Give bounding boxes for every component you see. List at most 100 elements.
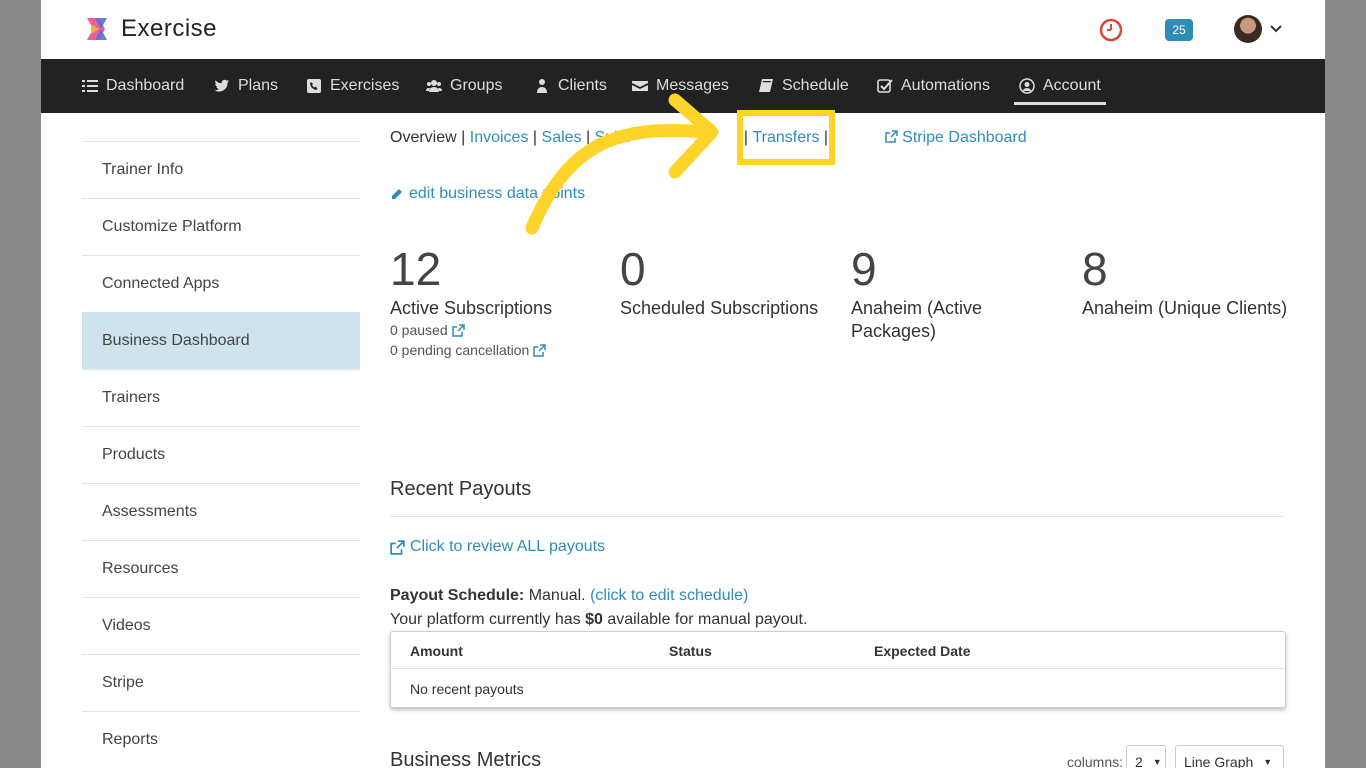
- edit-schedule-link[interactable]: (click to edit schedule): [590, 587, 748, 604]
- nav-active-indicator: [1014, 102, 1106, 105]
- subnav-separator: |: [532, 129, 542, 146]
- brand-name: Exercise: [121, 15, 218, 42]
- avatar[interactable]: [1234, 15, 1262, 43]
- review-payouts-label: Click to review ALL payouts: [410, 538, 606, 555]
- nav-label: Schedule: [782, 77, 849, 94]
- recent-payouts-title: Recent Payouts: [390, 478, 532, 500]
- envelope-icon: [632, 81, 648, 91]
- graph-type-value: Line Graph: [1184, 754, 1254, 768]
- sidebar-item-trainer-info[interactable]: Trainer Info: [82, 141, 360, 198]
- divider: [390, 516, 1284, 517]
- graph-type-select[interactable]: Line Graph ▼: [1175, 745, 1284, 768]
- edit-business-data-link[interactable]: edit business data points: [390, 185, 585, 203]
- nav-label: Automations: [901, 77, 990, 94]
- column-header-expected-date: Expected Date: [874, 643, 971, 659]
- sidebar-item-connected-apps[interactable]: Connected Apps: [82, 255, 360, 312]
- column-header-amount: Amount: [410, 643, 463, 659]
- subnav-stripe-dashboard[interactable]: Stripe Dashboard: [902, 129, 1027, 146]
- sidebar-item-customize-platform[interactable]: Customize Platform: [82, 198, 360, 255]
- clock-icon[interactable]: [1099, 18, 1123, 42]
- sidebar-item-assessments[interactable]: Assessments: [82, 483, 360, 540]
- external-link-icon: [451, 323, 465, 337]
- stat-number: 9: [851, 243, 877, 295]
- twitter-icon: [214, 79, 229, 92]
- stat-number: 8: [1082, 243, 1108, 295]
- stat-sub-paused[interactable]: 0 paused: [390, 320, 620, 340]
- payout-schedule: Payout Schedule: Manual. (click to edit …: [390, 587, 748, 605]
- user-circle-icon: [1019, 78, 1035, 94]
- list-icon: [82, 80, 98, 92]
- sidebar-item-products[interactable]: Products: [82, 426, 360, 483]
- subnav-separator: |: [461, 129, 470, 146]
- stat-label: Scheduled Subscriptions: [620, 298, 819, 318]
- nav-messages[interactable]: Messages: [632, 59, 729, 113]
- nav-exercises[interactable]: Exercises: [306, 59, 399, 113]
- subnav-charges[interactable]: ges: [738, 129, 764, 146]
- stat-label: Anaheim (Unique Clients): [1082, 298, 1288, 318]
- app-window: Exercise 25 Dashboard Plans Exercises Gr…: [41, 0, 1325, 768]
- external-link-icon: [390, 539, 405, 555]
- nav-dashboard[interactable]: Dashboard: [82, 59, 184, 113]
- table-divider: [391, 668, 1285, 669]
- nav-plans[interactable]: Plans: [214, 59, 278, 113]
- nav-label: Dashboard: [106, 77, 185, 94]
- nav-label: Exercises: [330, 77, 400, 94]
- top-bar: Exercise 25: [41, 0, 1325, 59]
- columns-select[interactable]: 2 ▼: [1126, 745, 1166, 768]
- available-payout-text: Your platform currently has $0 available…: [390, 611, 807, 629]
- chevron-down-icon[interactable]: [1269, 22, 1283, 36]
- nav-label: Groups: [450, 77, 503, 94]
- sidebar-item-videos[interactable]: Videos: [82, 597, 360, 654]
- book-icon: [759, 79, 773, 92]
- nav-label: Messages: [656, 77, 729, 94]
- phone-icon: [307, 79, 321, 93]
- available-amount: $0: [585, 611, 603, 628]
- external-link-icon: [884, 130, 898, 143]
- sidebar-item-business-dashboard[interactable]: Business Dashboard: [82, 312, 360, 369]
- payout-schedule-value: Manual.: [528, 587, 586, 604]
- sidebar-item-stripe[interactable]: Stripe: [82, 654, 360, 711]
- stat-unique-clients: 8 Anaheim (Unique Clients): [1082, 243, 1292, 320]
- check-square-icon: [877, 79, 893, 93]
- stat-sub-text: 0 paused: [390, 322, 448, 338]
- stat-label: Anaheim (Active Packages): [851, 298, 983, 341]
- dashboard-subnav: Overview | Invoices | Sales | Subs ges S…: [390, 129, 1027, 147]
- sidebar-item-reports[interactable]: Reports: [82, 711, 360, 768]
- business-metrics-title: Business Metrics: [390, 749, 542, 768]
- stat-sub-pending[interactable]: 0 pending cancellation: [390, 340, 620, 360]
- stat-sub-text: 0 pending cancellation: [390, 342, 530, 358]
- caret-down-icon: ▼: [1263, 757, 1273, 767]
- subnav-overview[interactable]: Overview: [390, 129, 457, 146]
- users-icon: [426, 80, 442, 92]
- nav-groups[interactable]: Groups: [426, 59, 502, 113]
- nav-clients[interactable]: Clients: [534, 59, 607, 113]
- stat-active-subscriptions: 12 Active Subscriptions 0 paused 0 pendi…: [390, 243, 620, 360]
- external-link-icon: [533, 343, 547, 357]
- subnav-sales[interactable]: Sales: [542, 129, 582, 146]
- nav-label: Clients: [558, 77, 607, 94]
- nav-schedule[interactable]: Schedule: [758, 59, 849, 113]
- pencil-icon: [392, 188, 402, 199]
- nav-automations[interactable]: Automations: [877, 59, 990, 113]
- nav-label: Plans: [238, 77, 279, 94]
- subnav-invoices[interactable]: Invoices: [470, 129, 529, 146]
- sidebar-item-trainers[interactable]: Trainers: [82, 369, 360, 426]
- stat-scheduled-subscriptions: 0 Scheduled Subscriptions: [620, 243, 850, 320]
- stat-active-packages: 9 Anaheim (Active Packages): [851, 243, 1021, 343]
- subnav-separator: |: [586, 129, 595, 146]
- payouts-table: Amount Status Expected Date No recent pa…: [390, 631, 1286, 708]
- review-payouts-link[interactable]: Click to review ALL payouts: [390, 538, 605, 556]
- main-nav: Dashboard Plans Exercises Groups Clients…: [41, 59, 1325, 113]
- sidebar: Trainer Info Customize Platform Connecte…: [82, 141, 360, 768]
- subnav-subscriptions[interactable]: Subs: [595, 129, 631, 146]
- sidebar-item-resources[interactable]: Resources: [82, 540, 360, 597]
- caret-down-icon: ▼: [1152, 757, 1162, 767]
- brand[interactable]: Exercise: [85, 15, 217, 43]
- column-header-status: Status: [669, 643, 712, 659]
- calendar-badge[interactable]: 25: [1165, 19, 1193, 41]
- columns-select-value: 2: [1135, 754, 1143, 768]
- table-empty-message: No recent payouts: [410, 681, 524, 697]
- available-suffix: available for manual payout.: [607, 611, 808, 628]
- nav-label: Account: [1043, 77, 1101, 94]
- payout-schedule-label: Payout Schedule:: [390, 587, 525, 604]
